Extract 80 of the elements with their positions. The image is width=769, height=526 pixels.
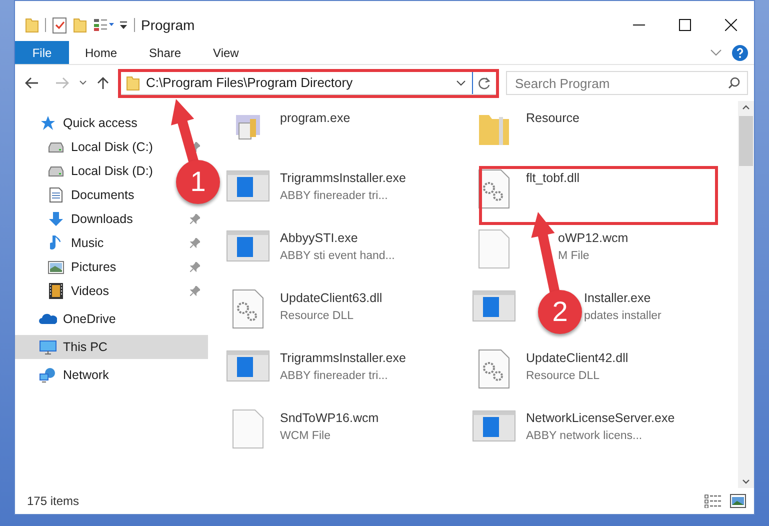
pin-icon[interactable]	[190, 262, 200, 272]
star-icon	[39, 115, 57, 131]
search-icon[interactable]	[728, 77, 740, 89]
chevron-down-icon[interactable]	[456, 80, 466, 86]
file-description: Resource DLL	[280, 308, 355, 324]
file-name[interactable]: NetworkLicenseServer.exe	[526, 409, 675, 428]
globe-computer-icon	[39, 367, 57, 383]
monitor-icon	[39, 340, 57, 354]
nav-item[interactable]: Local Disk (C:)	[71, 138, 153, 156]
window-icon	[470, 409, 518, 443]
window-icon	[224, 169, 272, 203]
up-arrow-icon[interactable]	[97, 76, 109, 90]
nav-item[interactable]: Quick access	[63, 114, 138, 132]
nav-item[interactable]: Pictures	[71, 258, 116, 276]
search-field[interactable]: Search Program	[506, 71, 748, 95]
nav-item[interactable]: Music	[71, 234, 104, 252]
properties-icon[interactable]	[93, 18, 115, 32]
file-name[interactable]: UpdateClient42.dll	[526, 349, 628, 368]
picture-icon	[47, 260, 65, 274]
file-description: ABBY finereader tri...	[280, 188, 389, 204]
cloud-icon	[39, 313, 57, 325]
address-bar[interactable]: C:\Program Files\Program Directory	[119, 71, 497, 95]
scroll-down-icon[interactable]	[742, 479, 750, 484]
close-icon	[725, 19, 737, 31]
file-name[interactable]: oWP12.wcm	[558, 229, 628, 248]
nav-item[interactable]: Videos	[71, 282, 109, 300]
file-description: ABBY finereader tri...	[280, 368, 389, 384]
file-name[interactable]: AbbyySTI.exe	[280, 229, 395, 248]
down-arrow-icon	[47, 211, 65, 227]
details-view-icon[interactable]	[704, 494, 722, 508]
document-icon	[47, 187, 65, 203]
file-name[interactable]: TrigrammsInstaller.exe	[280, 349, 406, 368]
file-menu-button[interactable]: File	[15, 41, 69, 64]
film-icon	[47, 283, 65, 299]
file-name[interactable]: flt_tobf.dll	[526, 169, 580, 188]
file-name[interactable]: TrigrammsInstaller.exe	[280, 169, 406, 188]
address-path: C:\Program Files\Program Directory	[146, 74, 353, 92]
ribbon-tab[interactable]: Home	[69, 41, 134, 64]
file-name[interactable]: UpdateClient63.dll	[280, 289, 382, 308]
ribbon-tab[interactable]: View	[197, 41, 255, 64]
pin-icon[interactable]	[190, 214, 200, 224]
nav-item[interactable]: Local Disk (D:)	[71, 162, 153, 180]
nav-item[interactable]: Network	[63, 366, 109, 384]
nav-item[interactable]: This PC	[63, 338, 108, 356]
chevron-down-icon[interactable]	[79, 80, 87, 86]
file-description: WCM File	[280, 428, 332, 444]
nav-item[interactable]: Documents	[71, 186, 134, 204]
nav-item[interactable]: OneDrive	[63, 310, 116, 328]
minimize-icon	[633, 24, 645, 26]
window-icon	[224, 349, 272, 383]
refresh-icon[interactable]	[478, 76, 491, 90]
file-description: Resource DLL	[526, 368, 601, 384]
pin-icon[interactable]	[190, 286, 200, 296]
window-icon	[470, 289, 518, 323]
drive-icon	[47, 165, 65, 177]
file-name[interactable]: SndToWP16.wcm	[280, 409, 379, 428]
large-icons-view-icon[interactable]	[730, 494, 746, 508]
checklist-icon[interactable]	[52, 16, 67, 34]
scroll-thumb[interactable]	[739, 116, 753, 166]
item-count: 175 items	[27, 493, 80, 510]
scroll-up-icon[interactable]	[742, 105, 750, 110]
back-arrow-icon[interactable]	[25, 77, 39, 89]
nav-item[interactable]: Downloads	[71, 210, 133, 228]
scrollbar[interactable]	[738, 101, 754, 488]
drive-icon	[47, 141, 65, 153]
pin-icon[interactable]	[190, 238, 200, 248]
folder-icon	[126, 75, 140, 91]
file-description: pdates installer	[584, 308, 662, 324]
file-description: ABBY network licens...	[526, 428, 644, 444]
file-name[interactable]: Resource	[526, 109, 580, 128]
window-title: Program	[141, 16, 195, 35]
ribbon-tab[interactable]: Share	[133, 41, 198, 64]
file-name[interactable]: Installer.exe	[584, 289, 662, 308]
maximize-icon	[679, 19, 691, 31]
window-icon	[224, 229, 272, 263]
file-description: ABBY sti event hand...	[280, 248, 395, 264]
file-name[interactable]: program.exe	[280, 109, 350, 128]
file-description: M File	[558, 248, 590, 264]
help-icon[interactable]	[732, 44, 748, 60]
dropdown-icon[interactable]	[119, 20, 128, 30]
